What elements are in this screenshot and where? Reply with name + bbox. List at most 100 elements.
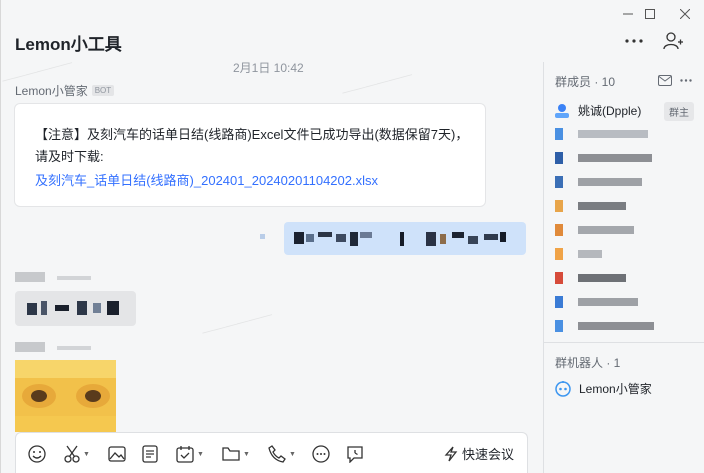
chat-title: Lemon小工具 [15, 35, 122, 54]
redacted-member-name [578, 274, 626, 282]
redacted-sender [15, 272, 45, 282]
redacted-sender [57, 276, 91, 280]
redacted-pixel [360, 232, 372, 238]
redacted-pixel [468, 236, 478, 244]
clock-chat-icon [347, 446, 363, 463]
redacted-pixel [107, 301, 119, 315]
redacted-member-avatar [555, 248, 563, 260]
chevron-down-icon[interactable]: ▼ [289, 451, 296, 458]
redacted-member-avatar [555, 296, 563, 308]
redacted-pixel [294, 232, 304, 244]
document-button[interactable] [142, 444, 158, 464]
add-user-icon [663, 32, 683, 50]
owner-badge: 群主 [664, 102, 694, 121]
message-timestamp: 2月1日 10:42 [233, 61, 304, 75]
redacted-member-avatar [555, 224, 563, 236]
calendar-check-icon [176, 446, 194, 463]
task-button[interactable]: ▼ [176, 444, 204, 464]
redacted-member-name [578, 226, 634, 234]
sticker-image[interactable] [15, 360, 116, 432]
redacted-member-name [578, 322, 654, 330]
scissors-icon [64, 445, 80, 463]
redacted-pixel [336, 234, 346, 242]
redacted-member-name [578, 130, 648, 138]
quick-meeting-button[interactable]: 快速会议 [444, 444, 514, 463]
chevron-down-icon[interactable]: ▼ [243, 451, 250, 458]
divider [544, 342, 704, 343]
redacted-member-avatar [555, 200, 563, 212]
redacted-pixel [41, 301, 47, 315]
redacted-member-name [578, 202, 626, 210]
download-link[interactable]: 及刻汽车_话单日结(线路商)_202401_20240201104202.xls… [35, 170, 378, 189]
card-text: 【注意】及刻汽车的话单日结(线路商)Excel文件已成功导出(数据保留7天)，请… [35, 127, 469, 164]
emoji-button[interactable] [28, 444, 46, 464]
watermark: —————— [340, 66, 414, 100]
bot-item[interactable]: Lemon小管家 [555, 380, 652, 397]
outgoing-message-bubble[interactable] [284, 222, 526, 255]
folder-icon [222, 447, 240, 461]
message-list[interactable]: —————— —————— —————— —————— 2月1日 10:42 L… [1, 56, 543, 432]
screenshot-button[interactable]: ▼ [64, 444, 90, 464]
input-toolbar: ▼ ▼ ▼ ▼ 快速会议 [15, 432, 528, 473]
redacted-pixel [426, 232, 436, 246]
member-name: 姚诚(Dpple) [578, 104, 642, 118]
members-header: 群成员 · 10 [555, 75, 616, 89]
redacted-member-avatar [555, 152, 563, 164]
folder-button[interactable]: ▼ [222, 444, 250, 464]
image-icon [108, 446, 126, 462]
redacted-member-avatar [555, 320, 563, 332]
redacted-member-name [578, 154, 652, 162]
redacted-member-name [578, 178, 642, 186]
redacted-pixel [440, 234, 446, 244]
more-options-button[interactable] [622, 30, 646, 52]
bots-header: 群机器人 · 1 [555, 356, 621, 370]
redacted-pixel [318, 232, 332, 237]
lightning-icon [444, 446, 458, 461]
call-button[interactable]: ▼ [268, 444, 296, 464]
robot-icon [555, 380, 571, 397]
redacted-pixel [93, 303, 101, 313]
add-member-button[interactable] [661, 30, 685, 52]
more-horizontal-icon [625, 39, 643, 43]
sticker-picture [15, 360, 116, 432]
redacted-pixel [350, 232, 358, 246]
emoji-icon [28, 445, 46, 463]
redacted-member-name [578, 298, 638, 306]
chevron-down-icon[interactable]: ▼ [83, 451, 90, 458]
member-item[interactable]: 姚诚(Dpple) [554, 102, 641, 119]
group-sidebar: 群成员 · 10 姚诚(Dpple) 群主 群机器人 · 1 Lemon小管家 [543, 62, 704, 473]
redacted-pixel [400, 232, 404, 246]
redacted-pixel [452, 232, 464, 238]
redacted-pixel [77, 301, 87, 315]
bot-badge: BOT [91, 85, 115, 96]
phone-icon [268, 445, 286, 463]
redacted-pixel [500, 232, 506, 242]
redacted-pixel [306, 234, 314, 242]
quick-meeting-label: 快速会议 [462, 447, 515, 462]
redacted-member-avatar [555, 272, 563, 284]
bot-name: Lemon小管家 [579, 382, 652, 396]
sender-name: Lemon小管家 [15, 84, 88, 98]
redacted-member-avatar [555, 176, 563, 188]
redacted-avatar [260, 234, 265, 239]
watermark: —————— [200, 306, 274, 340]
more-horizontal-icon [680, 78, 692, 82]
chevron-down-icon[interactable]: ▼ [197, 451, 204, 458]
more-button[interactable] [312, 444, 330, 464]
redacted-pixel [27, 303, 37, 315]
redacted-pixel [484, 234, 498, 240]
message-members-button[interactable] [658, 73, 672, 87]
chat-window: Lemon小工具 —————— —————— —————— —————— 2月1… [0, 0, 704, 473]
redacted-member-avatar [555, 128, 563, 140]
more-icon [312, 445, 330, 463]
incoming-message-bubble[interactable] [15, 291, 136, 326]
redacted-sender [57, 346, 91, 350]
image-button[interactable] [108, 444, 126, 464]
redacted-sender [15, 342, 45, 352]
mail-icon [658, 74, 672, 86]
scheduled-message-button[interactable] [346, 444, 364, 464]
redacted-member-name [578, 250, 602, 258]
avatar [555, 103, 569, 118]
more-members-button[interactable] [679, 73, 693, 87]
document-icon [142, 445, 158, 463]
